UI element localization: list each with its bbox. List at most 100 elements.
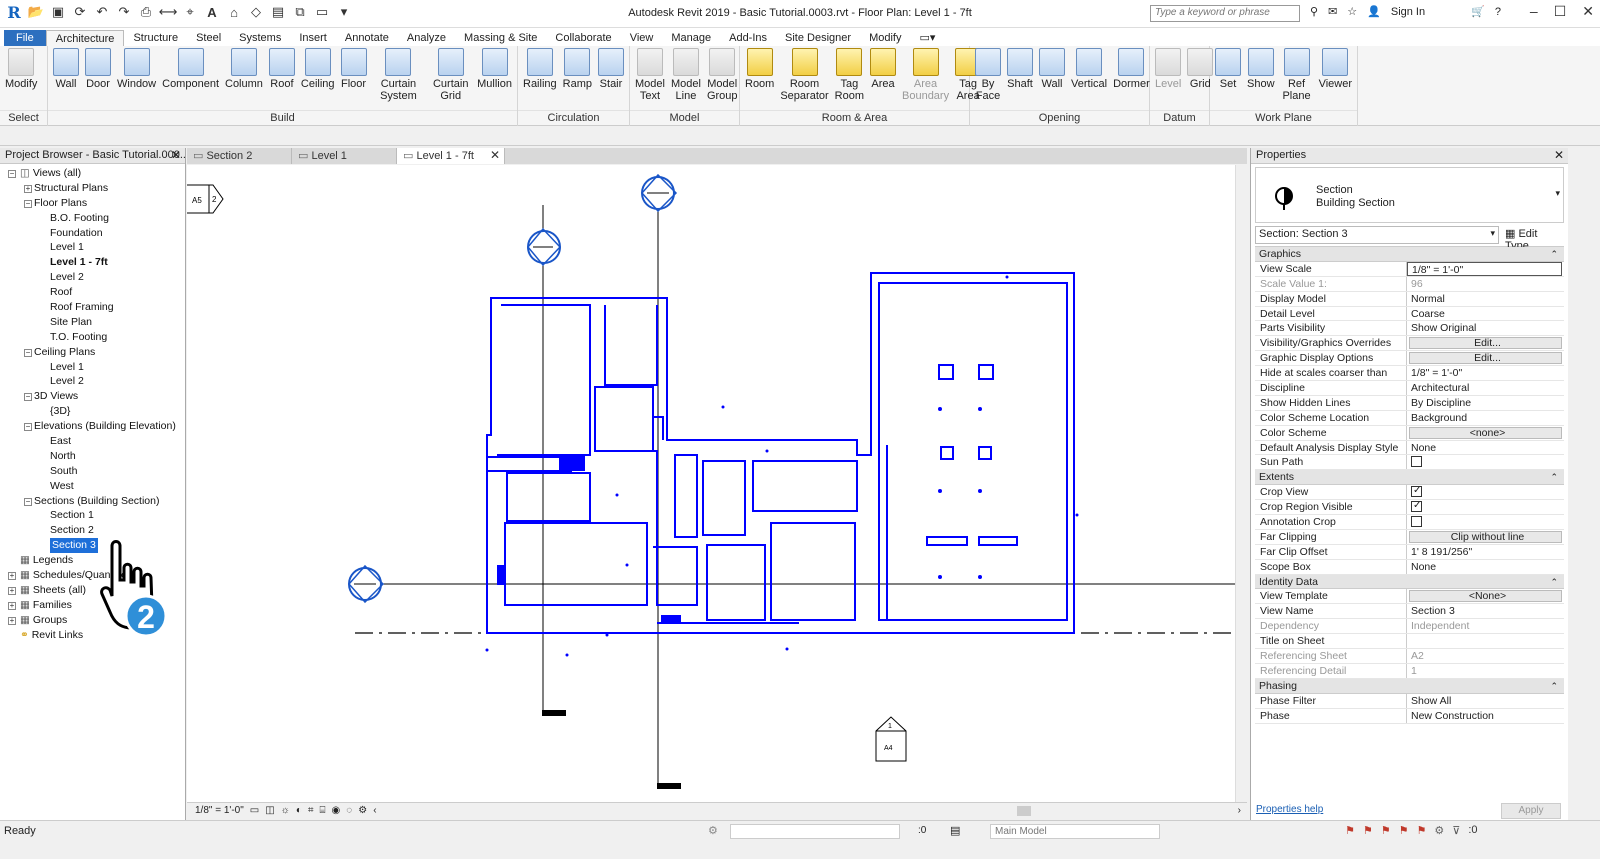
section-line-3[interactable] xyxy=(347,564,1235,604)
modify-tool-button[interactable]: Modify xyxy=(2,48,40,110)
tab-collaborate[interactable]: Collaborate xyxy=(546,30,620,46)
property-edit-button[interactable]: Clip without line xyxy=(1409,530,1562,543)
type-selector[interactable]: Section Building Section ▾ xyxy=(1255,167,1564,223)
property-value[interactable]: None xyxy=(1407,560,1564,574)
help-icon[interactable]: ? xyxy=(1495,6,1501,18)
tab-add-ins[interactable]: Add-Ins xyxy=(720,30,776,46)
browser-node-3d[interactable]: {3D} xyxy=(0,404,185,419)
workset-selector[interactable] xyxy=(730,824,900,839)
expand-icon[interactable]: + xyxy=(8,586,16,595)
show-tool-button[interactable]: Show xyxy=(1244,48,1278,110)
close-icon[interactable]: ✕ xyxy=(1554,148,1564,162)
window-tool-button[interactable]: Window xyxy=(114,48,159,110)
browser-node-west[interactable]: West xyxy=(0,479,185,494)
property-edit-button[interactable]: Edit... xyxy=(1409,337,1562,350)
browser-node-families[interactable]: + ▦ Families xyxy=(0,598,185,613)
background-process-icon[interactable]: ⚙ xyxy=(1434,824,1444,837)
property-value[interactable] xyxy=(1407,634,1564,648)
wall-tool-button[interactable]: Wall xyxy=(1036,48,1068,110)
property-value[interactable] xyxy=(1407,500,1564,514)
view-scale[interactable]: 1/8" = 1'-0" xyxy=(195,805,244,816)
model-group-tool-button[interactable]: Model Group xyxy=(704,48,741,110)
ribbon-group-label[interactable]: Datum xyxy=(1150,110,1209,126)
tab-file[interactable]: File xyxy=(4,30,46,46)
area-boundary-tool-button[interactable]: Area Boundary xyxy=(899,48,952,110)
print-icon[interactable]: ⎙ xyxy=(138,4,154,20)
collapse-icon[interactable]: − xyxy=(24,497,32,506)
collapse-icon[interactable]: ⌃ xyxy=(1550,575,1558,589)
model-text-tool-button[interactable]: Model Text xyxy=(632,48,668,110)
vertical-tool-button[interactable]: Vertical xyxy=(1068,48,1110,110)
sync-icon[interactable]: ⟳ xyxy=(72,4,88,20)
property-value[interactable]: Show Original xyxy=(1407,321,1564,335)
customize-qat-icon[interactable]: ▾ xyxy=(336,4,352,20)
browser-node-ceiling-plans[interactable]: − Ceiling Plans xyxy=(0,345,185,360)
tag-room-tool-button[interactable]: Tag Room xyxy=(832,48,867,110)
property-value[interactable]: 1' 8 191/256" xyxy=(1407,545,1564,559)
drag-elements-icon[interactable]: ⚑ xyxy=(1417,824,1427,837)
property-edit-button[interactable]: Edit... xyxy=(1409,352,1562,365)
filter-icon[interactable]: ⊽ xyxy=(1452,824,1460,837)
property-group-graphics[interactable]: Graphics ⌃ xyxy=(1255,247,1564,262)
checkbox[interactable] xyxy=(1411,456,1422,468)
property-value[interactable] xyxy=(1407,455,1564,469)
scroll-right-icon[interactable]: › xyxy=(1238,805,1241,816)
railing-tool-button[interactable]: Railing xyxy=(520,48,560,110)
browser-node-3d-views[interactable]: −3D Views xyxy=(0,389,185,404)
crop-view-icon[interactable]: ⌗ xyxy=(308,805,314,816)
browser-node-views-all[interactable]: − ◫ Views (all) xyxy=(0,166,185,181)
property-value[interactable]: Coarse xyxy=(1407,307,1564,321)
redo-icon[interactable]: ↷ xyxy=(116,4,132,20)
shadows-icon[interactable]: ◐ xyxy=(296,805,302,816)
scroll-left-icon[interactable]: ‹ xyxy=(373,805,376,816)
browser-node-level-1[interactable]: Level 1 xyxy=(0,240,185,255)
ribbon-group-label[interactable]: Room & Area xyxy=(740,110,969,126)
browser-node-east[interactable]: East xyxy=(0,434,185,449)
open-icon[interactable]: 📂 xyxy=(28,4,44,20)
reveal-hidden-icon[interactable]: ◌ xyxy=(346,805,352,816)
chevron-down-icon[interactable]: ▾ xyxy=(1555,188,1560,199)
property-value[interactable]: Show All xyxy=(1407,694,1564,708)
tab-site-designer[interactable]: Site Designer xyxy=(776,30,860,46)
property-edit-button[interactable]: <none> xyxy=(1409,426,1562,439)
detail-level-icon[interactable]: ▭ xyxy=(250,805,259,816)
section-tag[interactable]: 1 A4 xyxy=(875,716,907,762)
property-value[interactable]: Section 3 xyxy=(1407,604,1564,618)
collapse-icon[interactable]: − xyxy=(24,348,32,357)
contextual-tab-toggle[interactable]: ▭▾ xyxy=(910,30,944,46)
close-icon[interactable]: ✕ xyxy=(1582,3,1594,20)
edit-type-button[interactable]: ▦ Edit Type xyxy=(1503,226,1564,252)
thin-lines-icon[interactable]: ▤ xyxy=(270,4,286,20)
switch-windows-icon[interactable]: ▭ xyxy=(314,4,330,20)
tab-insert[interactable]: Insert xyxy=(290,30,336,46)
worksharing-icon[interactable]: ⚙ xyxy=(358,805,367,816)
room-tool-button[interactable]: Room xyxy=(742,48,777,110)
view-tab-level-1[interactable]: ▭ Level 1 xyxy=(292,148,397,164)
properties-help-link[interactable]: Properties help xyxy=(1256,804,1323,815)
mullion-tool-button[interactable]: Mullion xyxy=(474,48,515,110)
ceiling-tool-button[interactable]: Ceiling xyxy=(298,48,338,110)
browser-node-section-3[interactable]: Section 3 xyxy=(0,538,185,554)
browser-node-schedules-quantities[interactable]: + ▦ Schedules/Quantities xyxy=(0,568,185,583)
close-hidden-icon[interactable]: ⧉ xyxy=(292,4,308,20)
tab-architecture[interactable]: Architecture xyxy=(45,30,125,46)
user-icon[interactable]: 👤 xyxy=(1367,5,1381,18)
select-underlay-icon[interactable]: ⚑ xyxy=(1363,824,1373,837)
collapse-icon[interactable]: ⌃ xyxy=(1550,679,1558,693)
sign-in-link[interactable]: Sign In xyxy=(1391,6,1425,18)
curtain-system-tool-button[interactable]: Curtain System xyxy=(370,48,428,110)
collapse-icon[interactable]: − xyxy=(8,170,16,178)
search-input[interactable]: Type a keyword or phrase xyxy=(1150,5,1300,22)
door-tool-button[interactable]: Door xyxy=(82,48,114,110)
visual-style-icon[interactable]: ◫ xyxy=(265,805,274,816)
revit-logo-icon[interactable]: R xyxy=(6,3,22,22)
collapse-icon[interactable]: ⌃ xyxy=(1550,470,1558,484)
browser-node-level-2[interactable]: Level 2 xyxy=(0,270,185,285)
sun-path-icon[interactable]: ☼ xyxy=(281,805,290,816)
browser-node-elevations-building-elevation[interactable]: − Elevations (Building Elevation) xyxy=(0,419,185,434)
expand-icon[interactable]: + xyxy=(24,184,32,193)
measure-icon[interactable]: ⟷ xyxy=(159,4,178,20)
close-icon[interactable]: ✕ xyxy=(171,148,181,162)
browser-node-section-1[interactable]: Section 1 xyxy=(0,508,185,523)
ribbon-group-label[interactable]: Opening xyxy=(970,110,1149,126)
